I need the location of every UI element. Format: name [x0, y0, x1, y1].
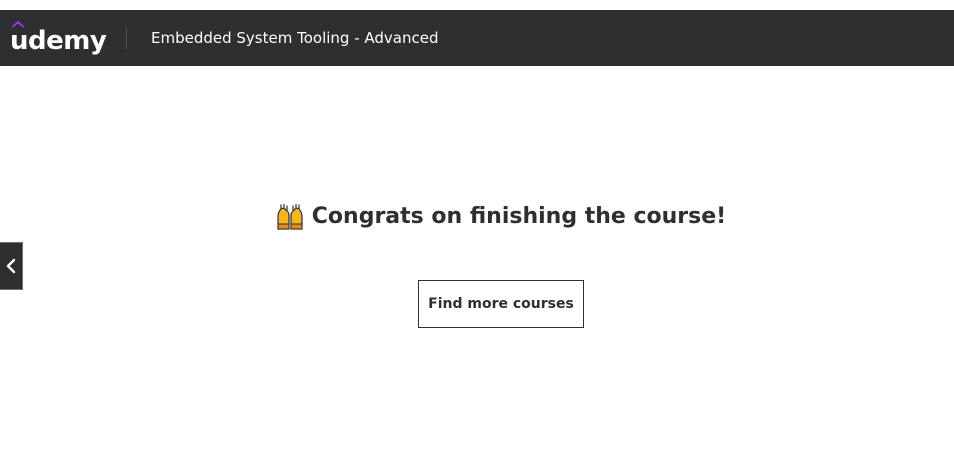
header-bar: udemy Embedded System Tooling - Advanced	[0, 10, 954, 66]
congrats-message: Congrats on finishing the course!	[0, 201, 954, 233]
logo-text: udemy	[10, 26, 107, 56]
udemy-logo[interactable]: udemy	[10, 18, 107, 58]
find-more-courses-button[interactable]: Find more courses	[418, 280, 584, 328]
raising-hands-icon	[277, 203, 303, 230]
course-title[interactable]: Embedded System Tooling - Advanced	[151, 28, 438, 48]
top-margin	[0, 0, 954, 10]
congrats-text: Congrats on finishing the course!	[311, 204, 727, 229]
chevron-left-icon	[6, 258, 16, 274]
previous-lecture-button[interactable]	[0, 242, 23, 290]
header-divider	[126, 27, 127, 49]
